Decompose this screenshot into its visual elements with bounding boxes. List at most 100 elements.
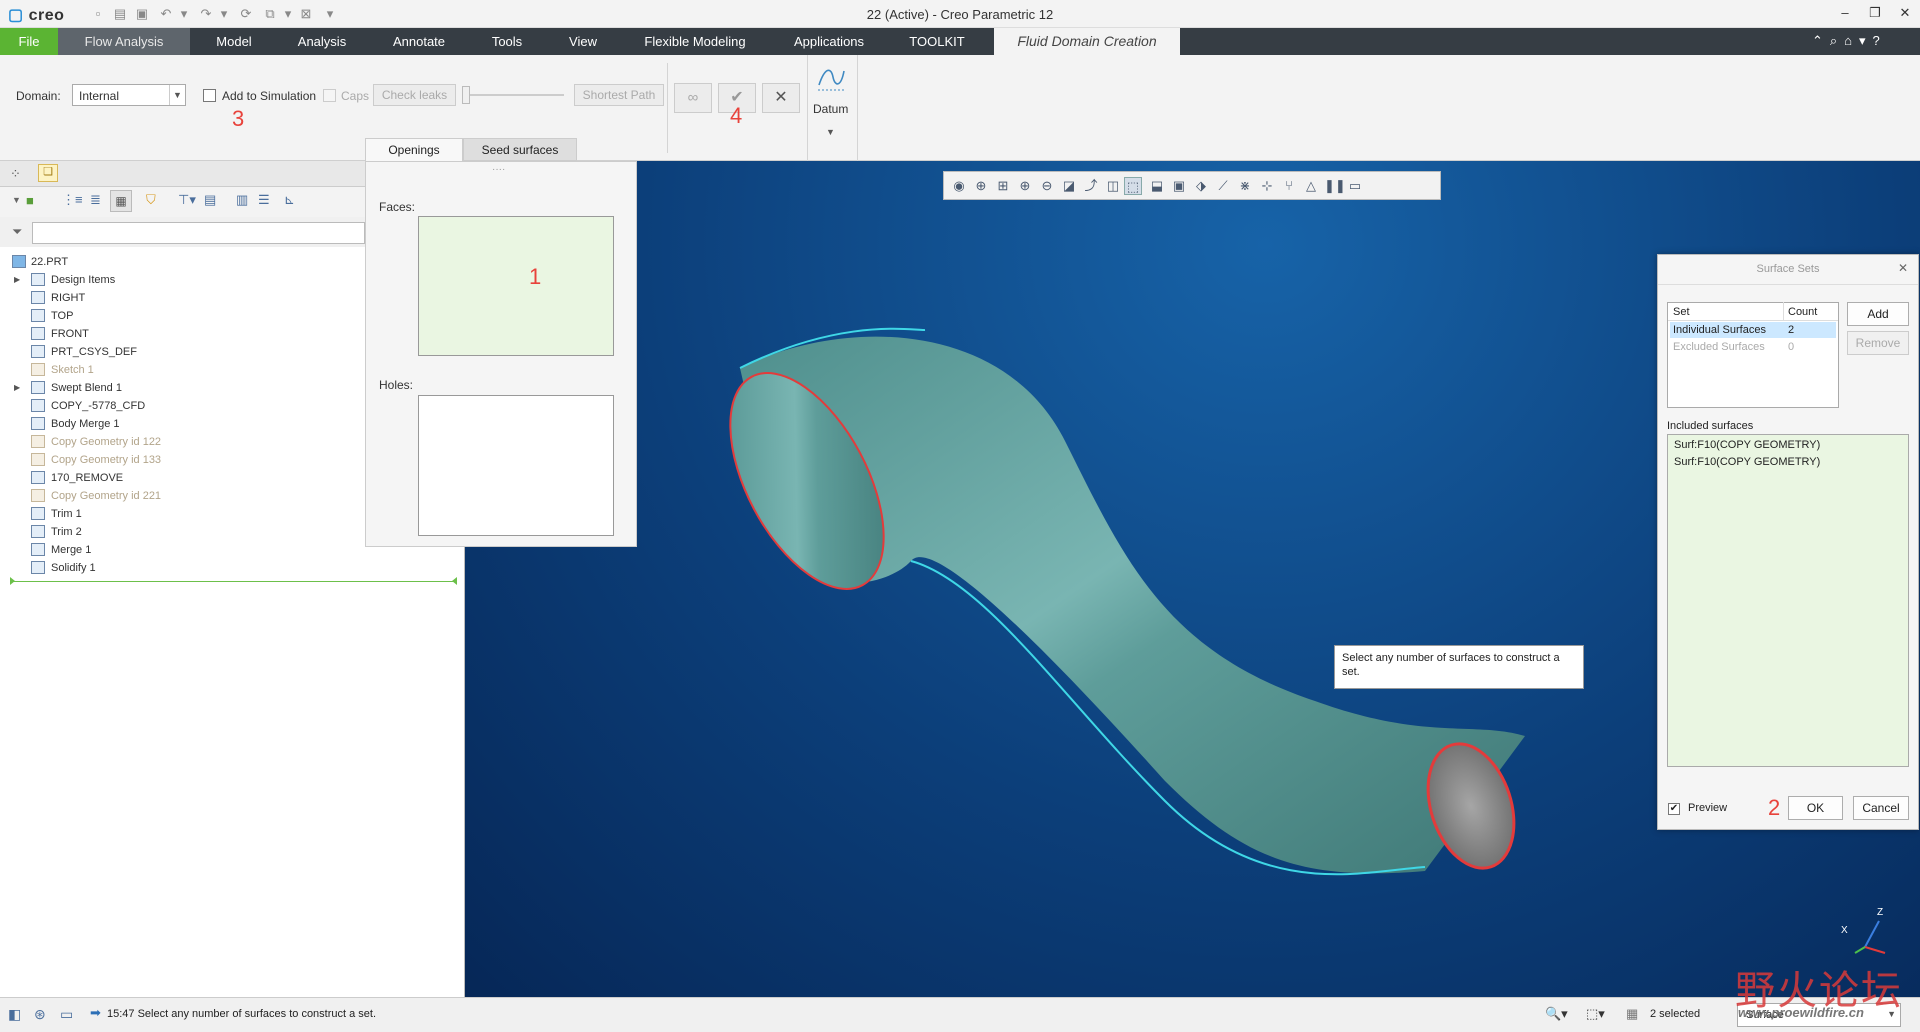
minimize-icon[interactable]: – <box>1834 4 1856 22</box>
tree-item[interactable]: Merge 1 <box>0 541 300 559</box>
preview-checkbox[interactable]: ✔ <box>1668 803 1680 815</box>
model-tree-tab-icon[interactable]: ⁘ <box>10 166 21 182</box>
section-icon[interactable]: ⬗ <box>1192 177 1210 195</box>
tab-flow-analysis[interactable]: Flow Analysis <box>58 28 190 55</box>
cancel-x-icon[interactable]: ✕ <box>762 83 800 113</box>
add-button[interactable]: Add <box>1847 302 1909 326</box>
tree-collapse-icon[interactable]: ▼ <box>12 195 21 205</box>
zoom-in-plus-icon[interactable]: ⊕ <box>1016 177 1034 195</box>
zoom-window-icon[interactable]: ⊕ <box>972 177 990 195</box>
datum-label[interactable]: Datum <box>813 102 848 116</box>
expand-tree-icon[interactable]: ⋮≡ <box>62 192 83 208</box>
tab-flexible-modeling[interactable]: Flexible Modeling <box>632 28 758 55</box>
tree-settings-icon[interactable]: ⊾ <box>284 192 295 208</box>
expand-arrow-icon[interactable]: ▶ <box>14 379 20 397</box>
shortest-path-button[interactable]: Shortest Path <box>574 84 664 106</box>
tab-analysis[interactable]: Analysis <box>286 28 358 55</box>
tab-toolkit[interactable]: TOOLKIT <box>896 28 978 55</box>
expand-arrow-icon[interactable]: ▶ <box>14 271 20 289</box>
glasses-preview-icon[interactable]: ∞ <box>674 83 712 113</box>
add-to-simulation-checkbox[interactable] <box>203 89 216 102</box>
tree-item[interactable]: Trim 2 <box>0 523 300 541</box>
tree-item[interactable]: Solidify 1 <box>0 559 300 577</box>
included-surfaces-list[interactable]: Surf:F10(COPY GEOMETRY) Surf:F10(COPY GE… <box>1667 434 1909 767</box>
tab-fluid-domain-creation[interactable]: Fluid Domain Creation <box>994 28 1180 55</box>
tree-item[interactable]: ▶ Design Items <box>0 271 300 289</box>
tree-item[interactable]: Copy Geometry id 122 <box>0 433 300 451</box>
collapse-tree-icon[interactable]: ≣ <box>90 192 101 208</box>
tree-item[interactable]: Copy Geometry id 221 <box>0 487 300 505</box>
tree-table-icon[interactable]: ▤ <box>204 192 216 208</box>
tab-view[interactable]: View <box>556 28 610 55</box>
datum-icon[interactable] <box>816 63 846 93</box>
pause-icon[interactable]: ❚❚ <box>1324 177 1346 195</box>
cancel-button[interactable]: Cancel <box>1853 796 1909 820</box>
spin-icon[interactable]: ⤴ <box>1082 177 1100 195</box>
find-icon[interactable]: 🔍▾ <box>1545 1006 1568 1022</box>
tree-item[interactable]: Copy Geometry id 133 <box>0 451 300 469</box>
close-icon[interactable]: ✕ <box>1898 261 1908 275</box>
tab-applications[interactable]: Applications <box>780 28 878 55</box>
browser-toggle-icon[interactable]: ⊛ <box>34 1006 46 1023</box>
dialog-title-bar[interactable]: Surface Sets ✕ <box>1658 255 1918 285</box>
warning-icon[interactable]: △ <box>1302 177 1320 195</box>
panel-grip-icon[interactable]: ···· <box>492 164 505 175</box>
points-display-icon[interactable]: ⑂ <box>1280 177 1298 195</box>
leak-slider-handle[interactable] <box>462 86 470 104</box>
table-row-excluded[interactable]: Excluded Surfaces 0 <box>1670 339 1836 355</box>
perspective-icon[interactable]: ▣ <box>1170 177 1188 195</box>
tree-item[interactable]: Sketch 1 <box>0 361 300 379</box>
more-view-icon[interactable]: ▭ <box>1346 177 1364 195</box>
refit-icon[interactable]: ◉ <box>950 177 968 195</box>
tree-root[interactable]: 22.PRT <box>0 253 200 271</box>
tree-filter-icon[interactable]: ⊤▾ <box>178 192 196 208</box>
repaint-icon[interactable]: ◪ <box>1060 177 1078 195</box>
tab-model[interactable]: Model <box>200 28 268 55</box>
fullscreen-icon[interactable]: ▭ <box>60 1006 73 1023</box>
tree-item[interactable]: TOP <box>0 307 300 325</box>
ribbon-right-icons[interactable]: ⌃⌕⌂▾? <box>1812 33 1912 49</box>
list-item[interactable]: Surf:F10(COPY GEOMETRY) <box>1674 456 1820 468</box>
part-icon[interactable]: ■ <box>26 193 34 208</box>
view-manager-icon[interactable]: ⬓ <box>1148 177 1166 195</box>
list-item[interactable]: Surf:F10(COPY GEOMETRY) <box>1674 439 1820 451</box>
filter-funnel-icon[interactable]: ⏷ <box>12 224 22 240</box>
tree-item[interactable]: ▶ Swept Blend 1 <box>0 379 300 397</box>
datum-display-icon[interactable]: ⟋ <box>1214 177 1232 195</box>
table-row-individual[interactable]: Individual Surfaces 2 <box>1670 322 1836 338</box>
tree-search-input[interactable] <box>32 222 365 244</box>
leak-slider-track[interactable] <box>462 94 564 96</box>
tab-annotate[interactable]: Annotate <box>382 28 456 55</box>
display-style-icon[interactable]: ◫ <box>1104 177 1122 195</box>
zoom-in-icon[interactable]: ⊞ <box>994 177 1012 195</box>
pipe-body[interactable] <box>740 336 1525 874</box>
folder-browser-icon[interactable]: ❏ <box>38 164 58 182</box>
caps-checkbox[interactable] <box>323 89 336 102</box>
navigator-toggle-icon[interactable]: ◧ <box>8 1006 21 1023</box>
check-leaks-button[interactable]: Check leaks <box>373 84 456 106</box>
tree-item[interactable]: FRONT <box>0 325 300 343</box>
faces-collector[interactable]: 1 <box>418 216 614 356</box>
show-tree-columns-icon[interactable]: ▦ <box>110 190 132 212</box>
tab-openings[interactable]: Openings <box>365 138 463 161</box>
settings-shield-icon[interactable]: ⛉ <box>146 192 156 208</box>
saved-orientations-icon[interactable]: ⬚ <box>1124 177 1142 195</box>
tree-item[interactable]: 170_REMOVE <box>0 469 300 487</box>
datum-dropdown-icon[interactable]: ▼ <box>826 127 835 137</box>
ok-button[interactable]: OK <box>1788 796 1843 820</box>
restore-icon[interactable]: ❐ <box>1864 4 1886 22</box>
holes-collector[interactable] <box>418 395 614 536</box>
selected-items-icon[interactable]: ▦ <box>1626 1006 1638 1022</box>
tree-item[interactable]: Trim 1 <box>0 505 300 523</box>
domain-select[interactable]: Internal ▼ <box>72 84 186 106</box>
tree-item[interactable]: COPY_-5778_CFD <box>0 397 300 415</box>
zoom-out-icon[interactable]: ⊖ <box>1038 177 1056 195</box>
tab-seed-surfaces[interactable]: Seed surfaces <box>463 138 577 161</box>
close-icon[interactable]: ✕ <box>1894 4 1916 22</box>
selection-box-icon[interactable]: ⬚▾ <box>1586 1006 1605 1022</box>
tab-tools[interactable]: Tools <box>476 28 538 55</box>
layers-stack-icon[interactable]: ☰ <box>258 192 270 208</box>
insert-indicator-line[interactable] <box>12 581 457 582</box>
chevron-down-icon[interactable]: ▼ <box>169 85 185 105</box>
remove-button[interactable]: Remove <box>1847 331 1909 355</box>
